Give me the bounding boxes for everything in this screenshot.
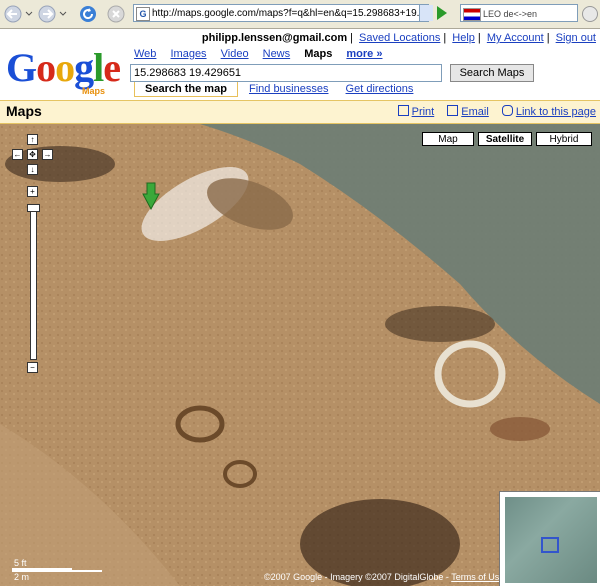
terms-of-use-link[interactable]: Terms of Use — [451, 572, 504, 582]
tab-video[interactable]: Video — [221, 48, 249, 60]
back-arrow-icon — [4, 5, 33, 23]
favicon: G — [136, 7, 150, 21]
map-type-satellite-button[interactable]: Satellite — [478, 132, 532, 146]
link-to-page[interactable]: Link to this page — [501, 105, 596, 118]
map-copyright: ©2007 Google - Imagery ©2007 DigitalGlob… — [264, 572, 504, 582]
google-tabs: Web Images Video News Maps more » — [134, 48, 393, 60]
search-go-icon[interactable] — [582, 6, 598, 22]
tab-web[interactable]: Web — [134, 48, 156, 60]
sign-out-link[interactable]: Sign out — [556, 32, 596, 44]
flag-icon — [463, 8, 481, 21]
search-input[interactable]: 15.298683 19.429651 — [130, 64, 442, 82]
google-maps-logo[interactable]: Google Maps — [6, 45, 126, 97]
map-view[interactable]: Map Satellite Hybrid ↑ ← ✥ → ↓ + − 5 ft … — [0, 124, 600, 586]
browser-toolbar: G http://maps.google.com/maps?f=q&hl=en&… — [0, 0, 600, 29]
address-bar[interactable]: G http://maps.google.com/maps?f=q&hl=en&… — [133, 4, 429, 22]
back-button[interactable] — [4, 4, 34, 24]
pan-left-icon[interactable]: ← — [12, 149, 23, 160]
address-url: http://maps.google.com/maps?f=q&hl=en&q=… — [152, 8, 429, 19]
user-email: philipp.lenssen@gmail.com — [201, 32, 348, 44]
search-subtabs: Search the map Find businesses Get direc… — [134, 82, 413, 98]
tab-search-the-map[interactable]: Search the map — [134, 82, 238, 97]
map-type-map-button[interactable]: Map — [422, 132, 474, 146]
printer-icon — [397, 105, 409, 116]
overview-imagery — [505, 497, 597, 583]
tab-more[interactable]: more » — [346, 48, 382, 60]
zoom-slider[interactable] — [30, 206, 37, 360]
maps-bar: Maps Print Email Link to this page — [0, 100, 600, 124]
go-icon[interactable] — [437, 6, 447, 20]
zoom-slider-handle[interactable] — [27, 204, 40, 212]
user-bar: philipp.lenssen@gmail.com | Saved Locatio… — [201, 32, 596, 44]
map-type-hybrid-button[interactable]: Hybrid — [536, 132, 592, 146]
search-maps-button[interactable]: Search Maps — [450, 64, 534, 82]
overview-viewport-box[interactable] — [541, 537, 559, 553]
stop-icon — [107, 5, 125, 23]
map-scale: 5 ft 2 m — [12, 558, 102, 582]
my-account-link[interactable]: My Account — [487, 32, 544, 44]
logo-sub: Maps — [82, 86, 106, 96]
reload-icon — [80, 6, 96, 22]
print-link[interactable]: Print — [397, 105, 434, 118]
reload-button[interactable] — [78, 4, 98, 24]
pan-right-icon[interactable]: → — [42, 149, 53, 160]
copyright-text: ©2007 Google - Imagery ©2007 DigitalGlob… — [264, 572, 449, 582]
page-title: Maps — [6, 103, 42, 119]
overview-map[interactable] — [499, 491, 600, 586]
scale-meters: 2 m — [12, 570, 102, 582]
zoom-out-icon[interactable]: − — [27, 362, 38, 373]
pan-down-icon[interactable]: ↓ — [27, 164, 38, 175]
email-link[interactable]: Email — [447, 105, 489, 118]
saved-locations-link[interactable]: Saved Locations — [359, 32, 440, 44]
zoom-in-icon[interactable]: + — [27, 186, 38, 197]
envelope-icon — [447, 105, 459, 116]
forward-button[interactable] — [38, 4, 68, 24]
address-dropdown-button[interactable] — [419, 5, 433, 21]
tab-maps: Maps — [304, 48, 333, 60]
pan-up-icon[interactable]: ↑ — [27, 134, 38, 145]
maps-links: Print Email Link to this page — [388, 105, 596, 118]
search-engine-box[interactable]: LEO de<->en — [460, 4, 578, 22]
scale-feet: 5 ft — [12, 558, 72, 570]
pan-center-icon[interactable]: ✥ — [27, 149, 38, 160]
logo-text: Google — [6, 45, 121, 90]
stop-button[interactable] — [106, 4, 126, 24]
forward-arrow-icon — [38, 5, 67, 23]
search-engine-name: LEO de<->en — [483, 9, 538, 19]
tab-images[interactable]: Images — [170, 48, 206, 60]
tab-news[interactable]: News — [263, 48, 291, 60]
tab-get-directions[interactable]: Get directions — [346, 83, 414, 95]
tab-find-businesses[interactable]: Find businesses — [249, 83, 329, 95]
location-marker-icon[interactable] — [141, 182, 161, 210]
help-link[interactable]: Help — [452, 32, 475, 44]
chain-link-icon — [501, 105, 513, 116]
